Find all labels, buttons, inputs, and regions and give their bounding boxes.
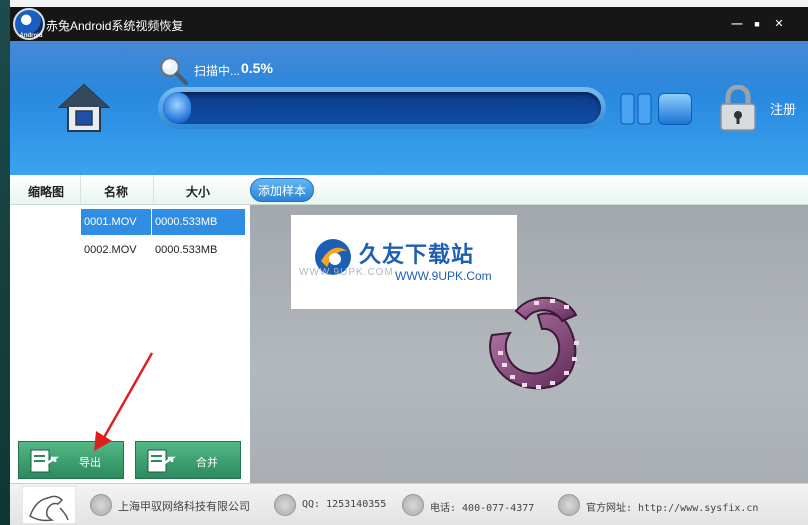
preview-area: 久友下载站 WWW.9UPK.COM WWW.9UPK.Com <box>250 205 808 483</box>
add-sample-button[interactable]: 添加样本 <box>250 178 314 202</box>
progress-fill <box>163 92 191 124</box>
home-icon[interactable] <box>58 83 110 133</box>
register-link[interactable]: 注册 <box>770 99 796 118</box>
action-bar: 导出 合并 <box>10 437 250 483</box>
column-thumbnail[interactable]: 缩略图 <box>28 183 64 200</box>
file-list-header: 缩略图 名称 大小 添加样本 <box>10 175 808 205</box>
progress-track <box>163 92 601 124</box>
company-icon <box>90 494 112 516</box>
footer-company: 上海甲驭网络科技有限公司 <box>118 501 250 513</box>
maximize-button[interactable]: ■ <box>748 15 766 33</box>
merge-icon <box>147 449 176 473</box>
window-title: 赤兔Android系统视频恢复 <box>46 19 184 33</box>
file-name: 0001.MOV <box>81 209 151 235</box>
column-divider <box>153 175 154 205</box>
file-row[interactable]: 0002.MOV 0000.533MB <box>10 237 250 265</box>
file-size: 0000.533MB <box>155 244 218 256</box>
scan-progress-bar <box>158 87 606 129</box>
desktop-edge-left <box>0 0 10 525</box>
footer-bar: 上海甲驭网络科技有限公司 QQ: 1253140355 电话: 400-077-… <box>10 483 808 525</box>
app-logo-icon: Android <box>13 8 45 40</box>
merge-label: 合并 <box>196 457 218 469</box>
globe-icon <box>558 494 580 516</box>
desktop-edge-top <box>0 0 808 7</box>
watermark-title: 久友下载站 <box>359 242 475 267</box>
footer-qq: QQ: 1253140355 <box>302 499 387 510</box>
column-name[interactable]: 名称 <box>104 183 128 200</box>
app-window: Android 赤兔Android系统视频恢复 — ■ ✕ 扫描中... 0.5… <box>10 7 808 525</box>
phone-icon <box>402 494 424 516</box>
column-divider <box>80 175 81 205</box>
lock-icon[interactable] <box>718 85 758 131</box>
export-button[interactable]: 导出 <box>18 441 124 479</box>
export-label: 导出 <box>79 457 101 469</box>
header-panel: 扫描中... 0.5% 注册 <box>10 41 808 175</box>
magnifier-icon <box>159 56 188 85</box>
file-name: 0002.MOV <box>84 244 137 256</box>
stop-button[interactable] <box>658 93 692 125</box>
title-bar: Android 赤兔Android系统视频恢复 — ■ ✕ <box>10 7 808 41</box>
pause-icon[interactable] <box>620 93 652 125</box>
footer-website[interactable]: 官方网址: http://www.sysfix.cn <box>586 499 758 514</box>
watermark-domain: WWW.9UPK.Com <box>395 269 492 283</box>
scan-status-label: 扫描中... <box>194 64 241 78</box>
export-icon <box>30 449 59 473</box>
file-size: 0000.533MB <box>152 209 245 235</box>
film-reel-icon <box>489 297 579 390</box>
minimize-button[interactable]: — <box>728 15 746 33</box>
qq-icon <box>274 494 296 516</box>
app-logo-text: Android <box>19 33 43 39</box>
column-size[interactable]: 大小 <box>186 183 210 200</box>
footer-phone: 电话: 400-077-4377 <box>430 503 535 514</box>
close-button[interactable]: ✕ <box>770 15 788 33</box>
horse-logo-icon <box>22 486 76 524</box>
watermark-www: WWW.9UPK.COM <box>299 267 394 278</box>
scan-percent: 0.5% <box>241 60 273 76</box>
merge-button[interactable]: 合并 <box>135 441 241 479</box>
file-row[interactable]: 0001.MOV 0000.533MB <box>10 209 250 237</box>
